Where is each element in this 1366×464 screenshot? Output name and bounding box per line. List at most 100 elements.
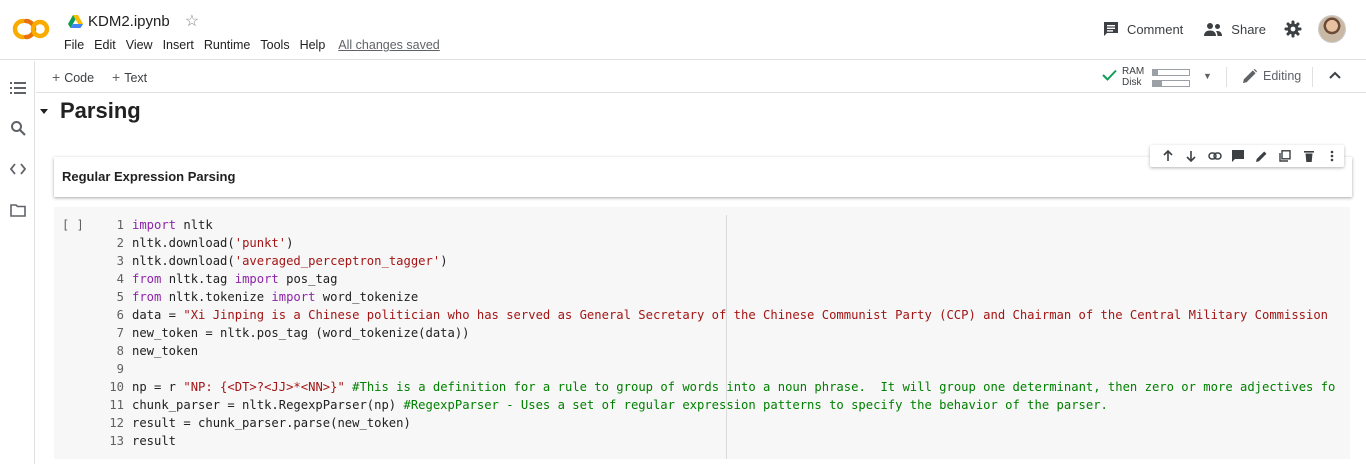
table-of-contents-icon[interactable] <box>10 80 26 96</box>
code-text: chunk_parser = nltk.RegexpParser(np) #Re… <box>132 396 1108 414</box>
link-icon[interactable] <box>1203 148 1227 164</box>
line-number: 6 <box>116 308 124 322</box>
code-token: nltk <box>176 218 213 232</box>
add-text-button[interactable]: + Text <box>112 69 147 85</box>
share-button[interactable]: Share <box>1203 22 1266 37</box>
collapse-section-icon[interactable] <box>40 108 48 114</box>
add-text-label: Text <box>124 71 148 85</box>
mirror-cell-icon[interactable] <box>1274 148 1298 164</box>
star-icon[interactable]: ☆ <box>185 11 199 31</box>
notebook-title[interactable]: KDM2.ipynb <box>88 13 170 30</box>
code-token: import <box>234 272 279 286</box>
toolbar-divider <box>1312 67 1313 87</box>
ram-usage-bar <box>1152 69 1190 76</box>
google-drive-icon[interactable] <box>68 14 83 28</box>
delete-icon[interactable] <box>1297 148 1321 164</box>
code-line[interactable]: 2 nltk.download('punkt') <box>94 234 1335 252</box>
code-line[interactable]: 9 <box>94 360 1335 378</box>
code-text: new_token = nltk.pos_tag (word_tokenize(… <box>132 324 470 342</box>
menu-tools[interactable]: Tools <box>260 38 289 52</box>
editing-label: Editing <box>1263 69 1302 83</box>
notebook-toolbar: + Code + Text RAM Disk ▼ Editing <box>36 61 1366 93</box>
share-label: Share <box>1231 21 1266 37</box>
menu-file[interactable]: File <box>64 38 84 52</box>
more-options-icon[interactable] <box>1321 148 1345 164</box>
code-line[interactable]: 12 result = chunk_parser.parse(new_token) <box>94 414 1335 432</box>
code-line[interactable]: 1 import nltk <box>94 216 1335 234</box>
code-cell[interactable]: [ ] 1 import nltk 2 nltk.download('punkt') 3… <box>54 207 1350 459</box>
editing-mode-button[interactable]: Editing <box>1243 69 1301 83</box>
header-actions: Comment Share <box>1083 15 1346 43</box>
menu-edit[interactable]: Edit <box>94 38 116 52</box>
code-snippets-icon[interactable] <box>10 161 26 177</box>
code-token: from <box>132 272 162 286</box>
code-token: from <box>132 290 162 304</box>
colab-logo[interactable] <box>12 16 52 42</box>
menu-bar: File Edit View Insert Runtime Tools Help… <box>64 38 450 52</box>
comment-button[interactable]: Comment <box>1103 21 1183 37</box>
code-token: data = <box>132 308 184 322</box>
code-token: result = chunk_parser.parse(new_token) <box>132 416 411 430</box>
comment-icon[interactable] <box>1227 148 1251 164</box>
section-title: Parsing <box>60 98 141 123</box>
code-line[interactable]: 6 data = "Xi Jinping is a Chinese politic… <box>94 306 1335 324</box>
line-number: 12 <box>109 416 124 430</box>
pencil-icon <box>1243 69 1257 83</box>
code-token: 'punkt' <box>234 236 287 250</box>
code-line[interactable]: 11 chunk_parser = nltk.RegexpParser(np) #… <box>94 396 1335 414</box>
code-text: import nltk <box>132 216 213 234</box>
section-header: Parsing <box>40 98 141 124</box>
ram-usage-fill <box>1153 70 1159 75</box>
code-token: nltk.download( <box>132 254 235 268</box>
menu-view[interactable]: View <box>126 38 153 52</box>
code-text: new_token <box>132 342 198 360</box>
code-token: "Xi Jinping is a Chinese politician who … <box>183 308 1329 322</box>
line-number: 13 <box>109 434 124 448</box>
disk-label: Disk <box>1122 77 1142 88</box>
gear-icon[interactable] <box>1284 20 1302 38</box>
edit-icon[interactable] <box>1250 148 1274 164</box>
ram-label: RAM <box>1122 66 1145 77</box>
left-sidebar <box>0 61 35 464</box>
comment-icon <box>1103 22 1118 36</box>
line-number: 10 <box>109 380 124 394</box>
code-line[interactable]: 3 nltk.download('averaged_perceptron_tagg… <box>94 252 1335 270</box>
line-number: 7 <box>116 326 124 340</box>
code-line[interactable]: 5 from nltk.tokenize import word_tokenize <box>94 288 1335 306</box>
code-token: chunk_parser = nltk.RegexpParser(np) <box>132 398 404 412</box>
line-number: 4 <box>116 272 124 286</box>
code-line[interactable]: 4 from nltk.tag import pos_tag <box>94 270 1335 288</box>
code-editor[interactable]: 1 import nltk 2 nltk.download('punkt') 3 nltk… <box>94 216 1335 450</box>
code-token: #RegexpParser - Uses a set of regular ex… <box>403 398 1108 412</box>
runtime-dropdown-icon[interactable]: ▼ <box>1203 71 1212 81</box>
code-text: result = chunk_parser.parse(new_token) <box>132 414 411 432</box>
code-line[interactable]: 7 new_token = nltk.pos_tag (word_tokenize… <box>94 324 1335 342</box>
line-number: 8 <box>116 344 124 358</box>
menu-help[interactable]: Help <box>300 38 326 52</box>
save-status-link[interactable]: All changes saved <box>338 38 439 52</box>
search-icon[interactable] <box>10 120 26 136</box>
move-up-icon[interactable] <box>1156 148 1180 164</box>
user-avatar[interactable] <box>1318 15 1346 43</box>
resource-monitor[interactable]: RAM Disk <box>1102 66 1202 88</box>
code-token: ) <box>286 236 294 250</box>
folder-icon[interactable] <box>10 202 26 218</box>
code-line[interactable]: 13 result <box>94 432 1335 450</box>
app-header: KDM2.ipynb ☆ File Edit View Insert Runti… <box>0 0 1366 60</box>
line-number: 5 <box>116 290 124 304</box>
code-token: nltk.tag <box>161 272 235 286</box>
menu-insert[interactable]: Insert <box>163 38 194 52</box>
add-code-label: Code <box>64 71 95 85</box>
code-text: nltk.download('punkt') <box>132 234 293 252</box>
move-down-icon[interactable] <box>1180 148 1204 164</box>
code-line[interactable]: 8 new_token <box>94 342 1335 360</box>
line-number: 2 <box>116 236 124 250</box>
add-code-button[interactable]: + Code <box>52 69 94 85</box>
run-cell-button[interactable]: [ ] <box>62 218 84 232</box>
collapse-header-icon[interactable] <box>1328 70 1342 80</box>
code-text: nltk.download('averaged_perceptron_tagge… <box>132 252 448 270</box>
code-line[interactable]: 10 np = r "NP: {<DT>?<JJ>*<NN>}" #This is… <box>94 378 1335 396</box>
code-token: np = r <box>132 380 184 394</box>
toolbar-divider <box>1226 67 1227 87</box>
menu-runtime[interactable]: Runtime <box>204 38 251 52</box>
